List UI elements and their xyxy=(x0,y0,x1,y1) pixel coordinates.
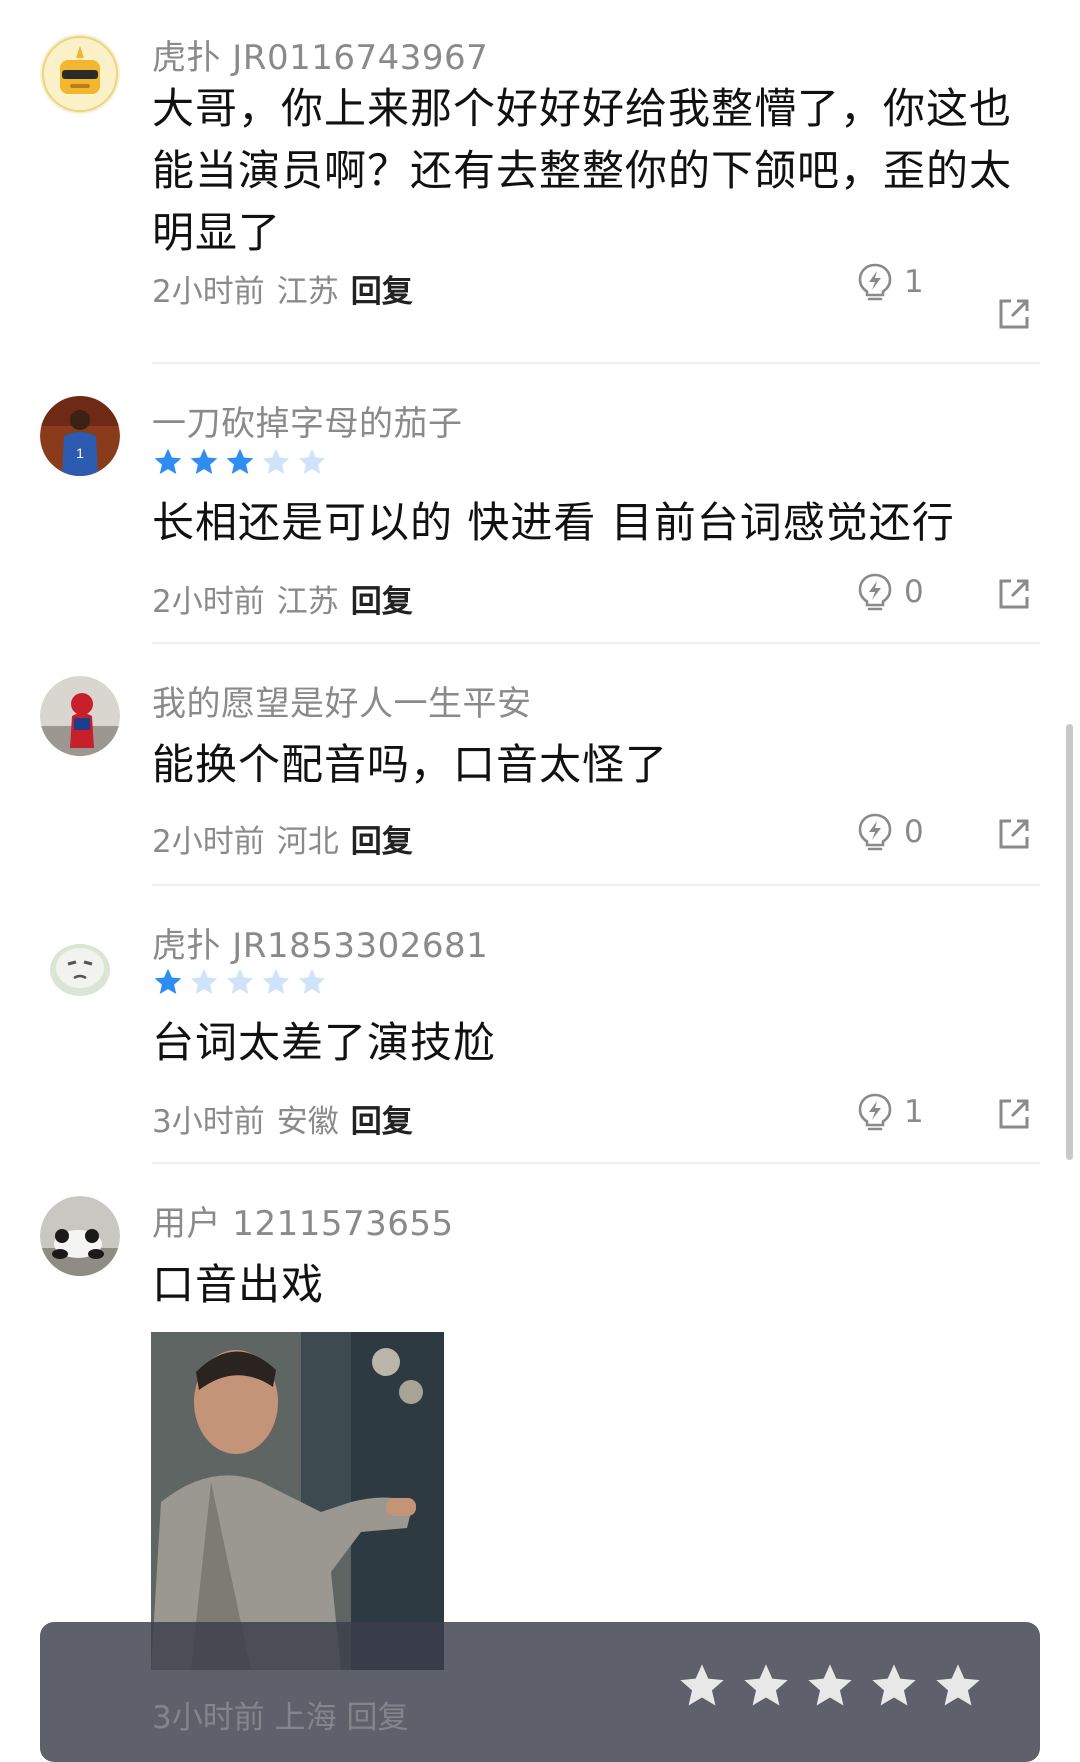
basketball-player-avatar-icon: 1 xyxy=(40,396,120,476)
comment-text: 大哥，你上来那个好好好给我整懵了，你这也能当演员啊？还有去整整你的下颌吧，歪的太… xyxy=(152,84,1013,257)
comment-meta: 3小时前 上海 回复 xyxy=(152,1692,408,1737)
lightbulb-lightning-icon xyxy=(858,263,892,301)
star-icon xyxy=(262,448,290,474)
reply-button[interactable]: 回复 xyxy=(351,576,413,621)
like-button[interactable]: 0 xyxy=(856,812,924,852)
like-count: 0 xyxy=(904,574,924,610)
star-icon[interactable] xyxy=(804,1660,856,1712)
like-button[interactable]: 0 xyxy=(856,572,924,612)
divider xyxy=(152,642,1040,644)
comment-time: 2小时前 xyxy=(152,824,265,860)
comment-location: 上海 xyxy=(274,1700,337,1736)
star-icon[interactable] xyxy=(676,1660,728,1712)
divider xyxy=(152,884,1040,886)
star-rating xyxy=(152,966,328,998)
like-count: 1 xyxy=(904,1094,924,1130)
rating-stars xyxy=(676,1660,984,1712)
scrollbar[interactable] xyxy=(1066,724,1073,1160)
comment-meta: 2小时前 河北 回复 xyxy=(152,816,413,861)
share-button[interactable] xyxy=(996,1096,1032,1132)
reply-button[interactable]: 回复 xyxy=(351,1096,413,1141)
share-button[interactable] xyxy=(996,576,1032,612)
avatar[interactable] xyxy=(40,924,120,1004)
star-icon xyxy=(154,968,182,994)
cartoon-face-avatar-icon xyxy=(40,924,120,1004)
username[interactable]: 我的愿望是好人一生平安 xyxy=(152,676,532,725)
comment-meta: 3小时前 安徽 回复 xyxy=(152,1096,413,1141)
comment-meta: 2小时前 江苏 回复 xyxy=(152,266,413,311)
star-icon xyxy=(226,448,254,474)
comment-time: 3小时前 xyxy=(152,1104,265,1140)
share-out-icon xyxy=(999,819,1029,849)
star-rating xyxy=(152,446,328,478)
avatar[interactable] xyxy=(40,1196,120,1276)
comment-location: 江苏 xyxy=(276,274,339,310)
comment-time: 3小时前 xyxy=(152,1700,265,1736)
star-icon[interactable] xyxy=(868,1660,920,1712)
star-icon[interactable] xyxy=(740,1660,792,1712)
divider xyxy=(152,1162,1040,1164)
reply-button[interactable]: 回复 xyxy=(351,266,413,311)
lightbulb-lightning-icon xyxy=(858,573,892,611)
spiderman-avatar-icon xyxy=(40,676,120,756)
avatar[interactable] xyxy=(40,34,120,114)
share-out-icon xyxy=(999,1099,1029,1129)
username[interactable]: 一刀砍掉字母的茄子 xyxy=(152,396,463,445)
share-button[interactable] xyxy=(996,816,1032,852)
comment-text: 长相还是可以的 快进看 目前台词感觉还行 xyxy=(152,498,955,547)
username[interactable]: 用户 1211573655 xyxy=(152,1196,454,1245)
like-button[interactable]: 1 xyxy=(856,1092,924,1132)
comment-meta: 2小时前 江苏 回复 xyxy=(152,576,413,621)
star-icon xyxy=(262,968,290,994)
svg-text:1: 1 xyxy=(76,445,84,461)
comment-time: 2小时前 xyxy=(152,584,265,620)
comment-location: 安徽 xyxy=(276,1104,339,1140)
share-button[interactable] xyxy=(996,296,1032,332)
share-out-icon xyxy=(999,299,1029,329)
comment-text: 台词太差了演技尬 xyxy=(152,1018,497,1067)
star-icon xyxy=(226,968,254,994)
username[interactable]: 虎扑 JR0116743967 xyxy=(152,30,488,79)
sunglasses-robot-avatar-icon xyxy=(40,34,120,114)
comment-text: 能换个配音吗，口音太怪了 xyxy=(152,740,669,789)
star-icon xyxy=(298,448,326,474)
reply-button[interactable]: 回复 xyxy=(351,816,413,861)
divider xyxy=(152,362,1040,364)
share-out-icon xyxy=(999,579,1029,609)
username[interactable]: 虎扑 JR1853302681 xyxy=(152,918,488,967)
like-count: 0 xyxy=(904,814,924,850)
star-icon xyxy=(190,968,218,994)
star-icon xyxy=(298,968,326,994)
star-icon[interactable] xyxy=(932,1660,984,1712)
avatar[interactable]: 1 xyxy=(40,396,120,476)
like-count: 1 xyxy=(904,264,924,300)
comment-location: 河北 xyxy=(276,824,339,860)
star-icon xyxy=(190,448,218,474)
lightbulb-lightning-icon xyxy=(858,813,892,851)
panda-avatar-icon xyxy=(40,1196,120,1276)
comment-time: 2小时前 xyxy=(152,274,265,310)
avatar[interactable] xyxy=(40,676,120,756)
comment-image[interactable] xyxy=(151,1332,444,1670)
reply-button[interactable]: 回复 xyxy=(346,1700,408,1736)
like-button[interactable]: 1 xyxy=(856,262,924,302)
lightbulb-lightning-icon xyxy=(858,1093,892,1131)
man-pointing-photo xyxy=(151,1332,444,1670)
rating-bar: 3小时前 上海 回复 xyxy=(40,1622,1040,1762)
comment-location: 江苏 xyxy=(276,584,339,620)
comment-text: 口音出戏 xyxy=(152,1260,325,1309)
star-icon xyxy=(154,448,182,474)
